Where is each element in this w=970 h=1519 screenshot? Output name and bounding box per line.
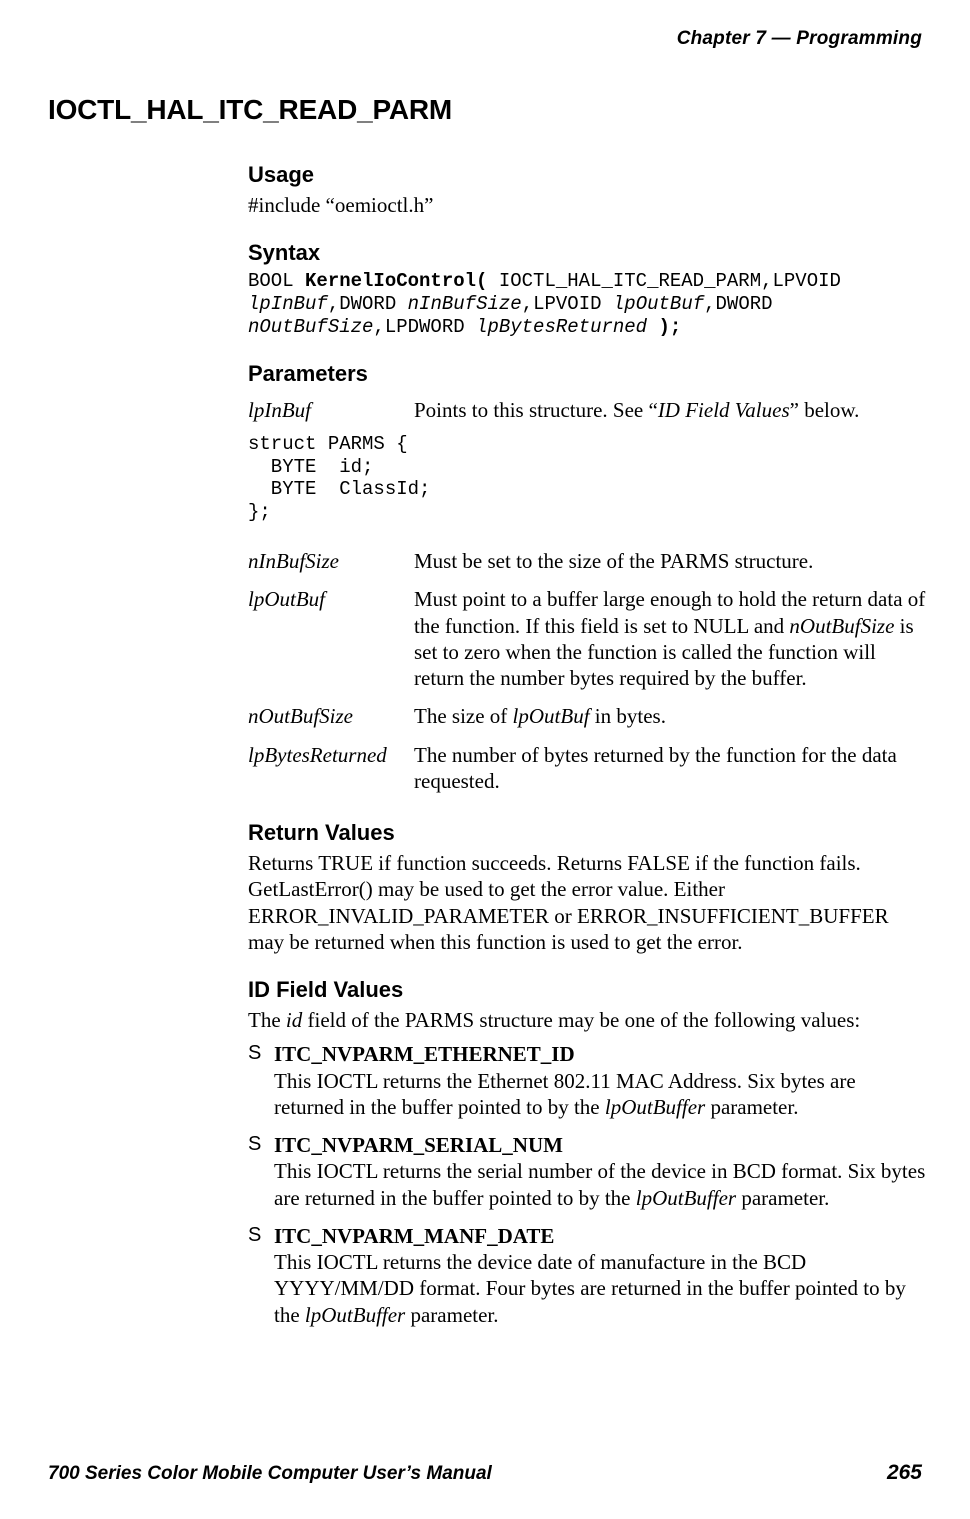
id-field-intro: The id field of the PARMS structure may … (248, 1007, 928, 1033)
footer-page-number: 265 (887, 1461, 922, 1485)
list-item-title: ITC_NVPARM_ETHERNET_ID (274, 1042, 575, 1066)
param-row: lpInBuf Points to this structure. See “I… (248, 391, 859, 429)
running-head: Chapter 7 — Programming (48, 28, 922, 50)
list-item-desc: This IOCTL returns the serial number of … (274, 1159, 925, 1209)
syntax-code: BOOL KernelIoControl( IOCTL_HAL_ITC_READ… (248, 270, 928, 338)
list-item: ITC_NVPARM_ETHERNET_ID This IOCTL return… (248, 1041, 928, 1120)
param-table: nInBufSize Must be set to the size of th… (248, 542, 928, 800)
footer: 700 Series Color Mobile Computer User’s … (48, 1461, 922, 1485)
content-column: Usage #include “oemioctl.h” Syntax BOOL … (248, 162, 928, 1328)
return-values-body: Returns TRUE if function succeeds. Retur… (248, 850, 928, 955)
param-intro-row: lpInBuf Points to this structure. See “I… (248, 391, 859, 429)
list-item: ITC_NVPARM_SERIAL_NUM This IOCTL returns… (248, 1132, 928, 1211)
param-desc: The size of lpOutBuf in bytes. (414, 697, 928, 735)
heading-usage: Usage (248, 162, 928, 188)
param-desc: The number of bytes returned by the func… (414, 736, 928, 801)
heading-parameters: Parameters (248, 361, 928, 387)
param-name: lpBytesReturned (248, 736, 414, 801)
page-title: IOCTL_HAL_ITC_READ_PARM (48, 94, 922, 126)
param-name: lpInBuf (248, 391, 414, 429)
footer-manual-title: 700 Series Color Mobile Computer User’s … (48, 1463, 492, 1485)
param-row: nInBufSize Must be set to the size of th… (248, 542, 928, 580)
list-item-desc: This IOCTL returns the Ethernet 802.11 M… (274, 1069, 856, 1119)
list-item-title: ITC_NVPARM_MANF_DATE (274, 1224, 554, 1248)
param-row: lpBytesReturned The number of bytes retu… (248, 736, 928, 801)
list-item-title: ITC_NVPARM_SERIAL_NUM (274, 1133, 563, 1157)
list-item: ITC_NVPARM_MANF_DATE This IOCTL returns … (248, 1223, 928, 1328)
list-item-desc: This IOCTL returns the device date of ma… (274, 1250, 906, 1327)
param-row: nOutBufSize The size of lpOutBuf in byte… (248, 697, 928, 735)
param-desc: Must be set to the size of the PARMS str… (414, 542, 928, 580)
param-name: nOutBufSize (248, 697, 414, 735)
param-name: nInBufSize (248, 542, 414, 580)
heading-return-values: Return Values (248, 820, 928, 846)
usage-body: #include “oemioctl.h” (248, 192, 928, 218)
param-desc: Must point to a buffer large enough to h… (414, 580, 928, 697)
page: Chapter 7 — Programming IOCTL_HAL_ITC_RE… (0, 0, 970, 1519)
parms-struct-code: struct PARMS { BYTE id; BYTE ClassId; }; (248, 433, 928, 524)
heading-syntax: Syntax (248, 240, 928, 266)
id-field-list: ITC_NVPARM_ETHERNET_ID This IOCTL return… (248, 1041, 928, 1328)
param-name: lpOutBuf (248, 580, 414, 697)
param-row: lpOutBuf Must point to a buffer large en… (248, 580, 928, 697)
param-desc: Points to this structure. See “ID Field … (414, 391, 859, 429)
heading-id-field-values: ID Field Values (248, 977, 928, 1003)
